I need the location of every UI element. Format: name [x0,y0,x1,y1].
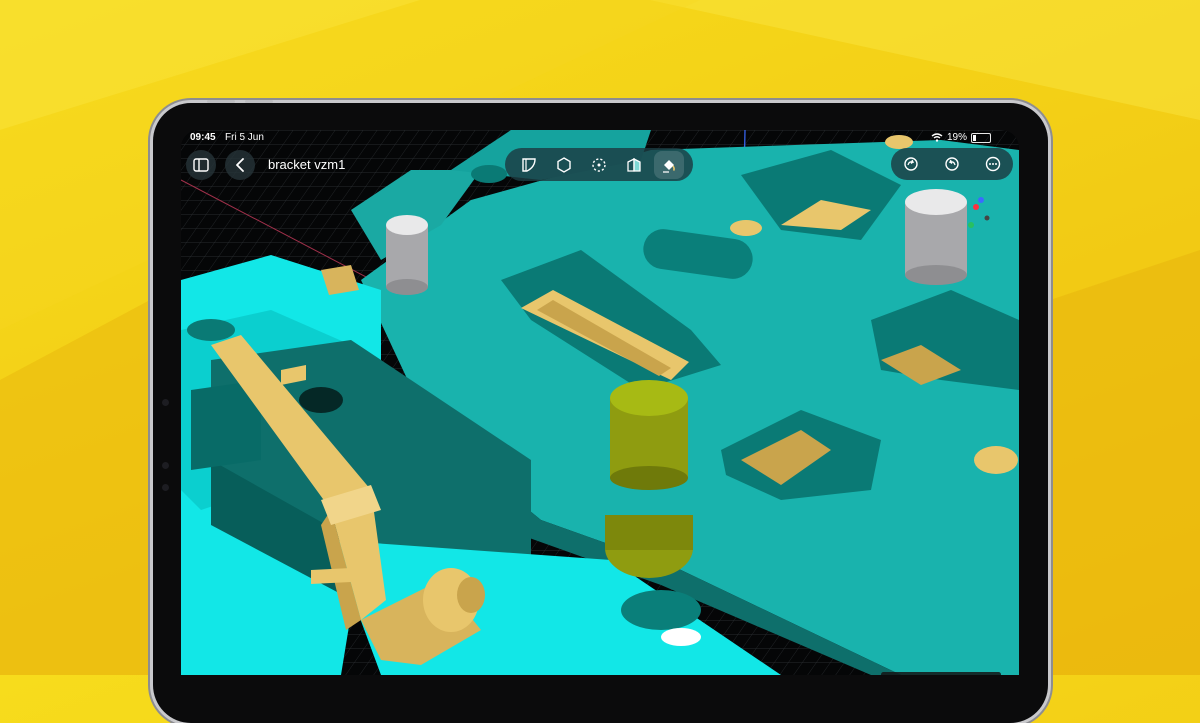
tool-section[interactable] [619,151,649,179]
wifi-icon [931,133,943,142]
chevron-left-icon [236,158,244,172]
battery-icon [971,132,991,143]
grey-pin-right[interactable] [905,189,967,285]
volume-button [207,100,235,103]
tool-solid[interactable] [549,151,579,179]
tool-appearance[interactable] [654,150,685,179]
sensor-dot [162,462,169,469]
redo-icon [904,157,919,171]
tool-sketch[interactable] [514,151,544,179]
redo-button[interactable] [897,150,925,178]
hexagon-solid-icon [557,156,571,173]
section-view-icon [627,157,641,172]
back-button[interactable] [225,150,255,180]
battery-fill [973,134,976,141]
cad-viewport[interactable] [181,130,1019,675]
olive-pin[interactable] [605,380,693,578]
more-ellipsis-icon [985,156,1000,172]
tablet-screen: 09:45 Fri 5 Jun 19% bracket vzm1 [181,130,1019,675]
status-time: 09:45 [190,132,216,143]
sidebar-toggle-button[interactable] [186,150,216,180]
sensor-dot-2 [162,484,169,491]
grey-pin-left[interactable] [386,215,428,295]
modeling-toolbar [505,148,693,181]
sketch-shape-icon [521,157,536,172]
document-actions [891,148,1013,180]
status-bar: 09:45 Fri 5 Jun 19% [181,130,1019,146]
undo-icon [945,157,959,171]
sidebar-toggle-icon [193,158,209,172]
undo-button[interactable] [938,150,966,178]
front-camera [162,399,169,406]
more-button[interactable] [979,150,1007,178]
dashed-select-icon [592,157,606,172]
tool-select[interactable] [584,151,614,179]
status-right: 19% [931,132,991,143]
document-title[interactable]: bracket vzm1 [268,157,345,172]
status-date: Fri 5 Jun [225,132,264,143]
battery-percent: 19% [946,132,967,143]
paint-bucket-icon [663,159,676,173]
brass-hole [730,220,762,236]
volume-button-2 [245,100,273,103]
